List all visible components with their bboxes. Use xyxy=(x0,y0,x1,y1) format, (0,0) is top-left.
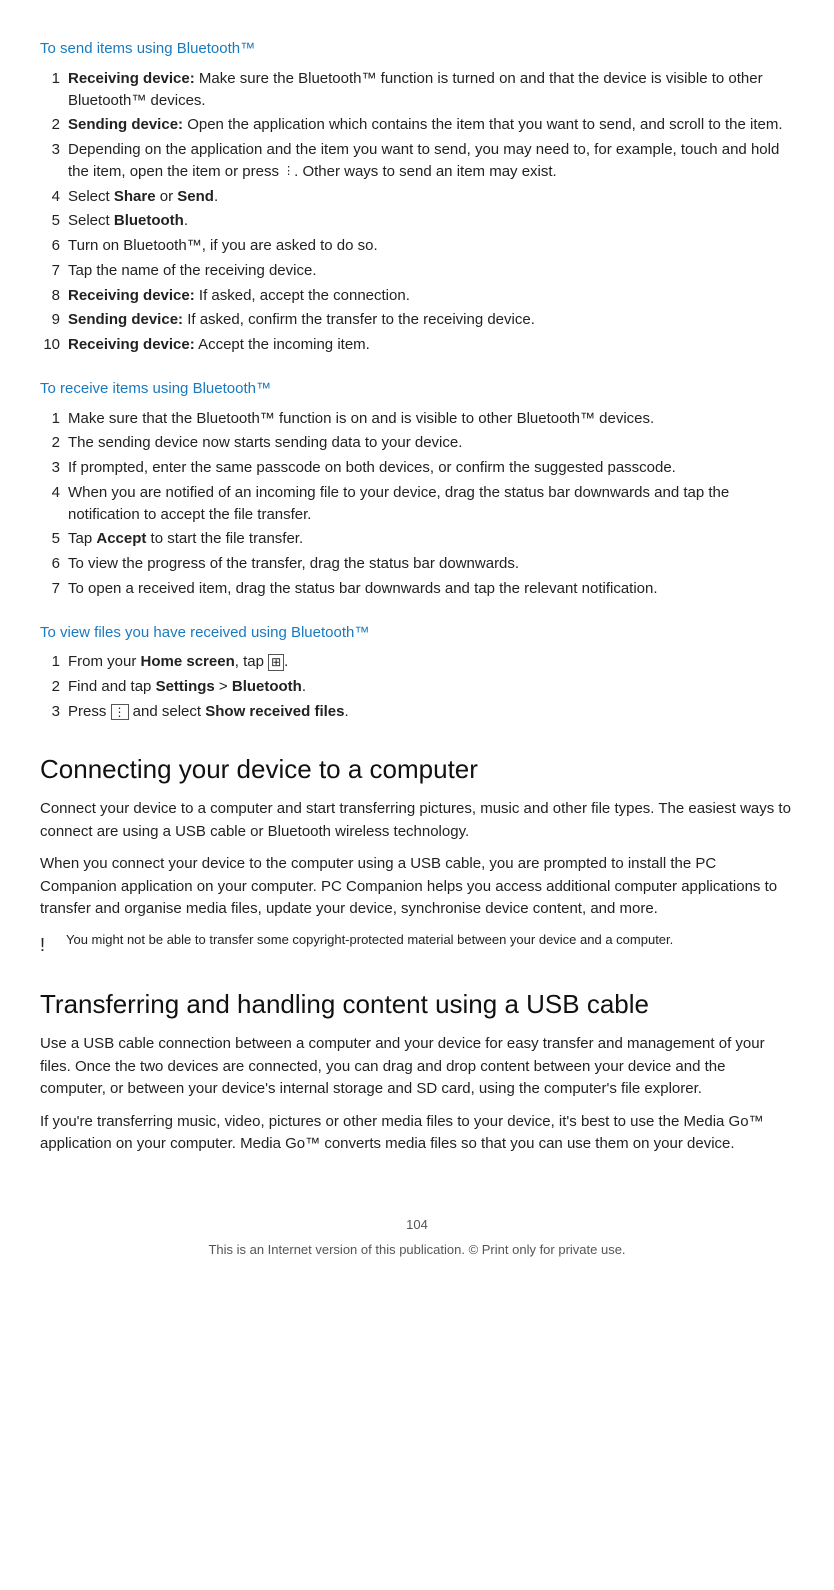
list-item: 1 Receiving device: Make sure the Blueto… xyxy=(40,68,794,112)
view-section-title: To view files you have received using Bl… xyxy=(40,622,794,644)
page-footer: 104 This is an Internet version of this … xyxy=(40,1216,794,1260)
note-exclamation-icon: ! xyxy=(40,932,58,958)
page-number: 104 xyxy=(40,1216,794,1235)
usb-heading: Transferring and handling content using … xyxy=(40,986,794,1024)
view-section: To view files you have received using Bl… xyxy=(40,622,794,723)
menu-icon: ⋮ xyxy=(111,704,129,720)
list-item: 6 To view the progress of the transfer, … xyxy=(40,553,794,575)
usb-para2: If you're transferring music, video, pic… xyxy=(40,1111,794,1156)
list-item: 9 Sending device: If asked, confirm the … xyxy=(40,309,794,331)
grid-icon: ⊞ xyxy=(268,654,284,670)
list-item: 3 If prompted, enter the same passcode o… xyxy=(40,457,794,479)
list-item: 3 Depending on the application and the i… xyxy=(40,139,794,183)
connecting-section: Connecting your device to a computer Con… xyxy=(40,751,794,958)
send-list: 1 Receiving device: Make sure the Blueto… xyxy=(40,68,794,356)
note-row: ! You might not be able to transfer some… xyxy=(40,931,794,958)
list-item: 2 Find and tap Settings > Bluetooth. xyxy=(40,676,794,698)
list-item: 8 Receiving device: If asked, accept the… xyxy=(40,285,794,307)
list-item: 7 Tap the name of the receiving device. xyxy=(40,260,794,282)
footer-text: This is an Internet version of this publ… xyxy=(40,1241,794,1260)
list-item: 3 Press ⋮ and select Show received files… xyxy=(40,701,794,723)
list-item: 5 Tap Accept to start the file transfer. xyxy=(40,528,794,550)
list-item: 5 Select Bluetooth. xyxy=(40,210,794,232)
send-section: To send items using Bluetooth™ 1 Receivi… xyxy=(40,38,794,356)
note-text: You might not be able to transfer some c… xyxy=(66,931,673,950)
list-item: 4 When you are notified of an incoming f… xyxy=(40,482,794,526)
list-item: 4 Select Share or Send. xyxy=(40,186,794,208)
send-section-title: To send items using Bluetooth™ xyxy=(40,38,794,60)
list-item: 7 To open a received item, drag the stat… xyxy=(40,578,794,600)
list-item: 1 Make sure that the Bluetooth™ function… xyxy=(40,408,794,430)
receive-section-title: To receive items using Bluetooth™ xyxy=(40,378,794,400)
connecting-heading: Connecting your device to a computer xyxy=(40,751,794,789)
list-item: 10 Receiving device: Accept the incoming… xyxy=(40,334,794,356)
usb-section: Transferring and handling content using … xyxy=(40,986,794,1156)
connecting-para2: When you connect your device to the comp… xyxy=(40,853,794,921)
list-item: 2 Sending device: Open the application w… xyxy=(40,114,794,136)
view-list: 1 From your Home screen, tap ⊞. 2 Find a… xyxy=(40,651,794,722)
receive-section: To receive items using Bluetooth™ 1 Make… xyxy=(40,378,794,600)
list-item: 6 Turn on Bluetooth™, if you are asked t… xyxy=(40,235,794,257)
connecting-para1: Connect your device to a computer and st… xyxy=(40,798,794,843)
list-item: 1 From your Home screen, tap ⊞. xyxy=(40,651,794,673)
list-item: 2 The sending device now starts sending … xyxy=(40,432,794,454)
usb-para1: Use a USB cable connection between a com… xyxy=(40,1033,794,1101)
receive-list: 1 Make sure that the Bluetooth™ function… xyxy=(40,408,794,600)
